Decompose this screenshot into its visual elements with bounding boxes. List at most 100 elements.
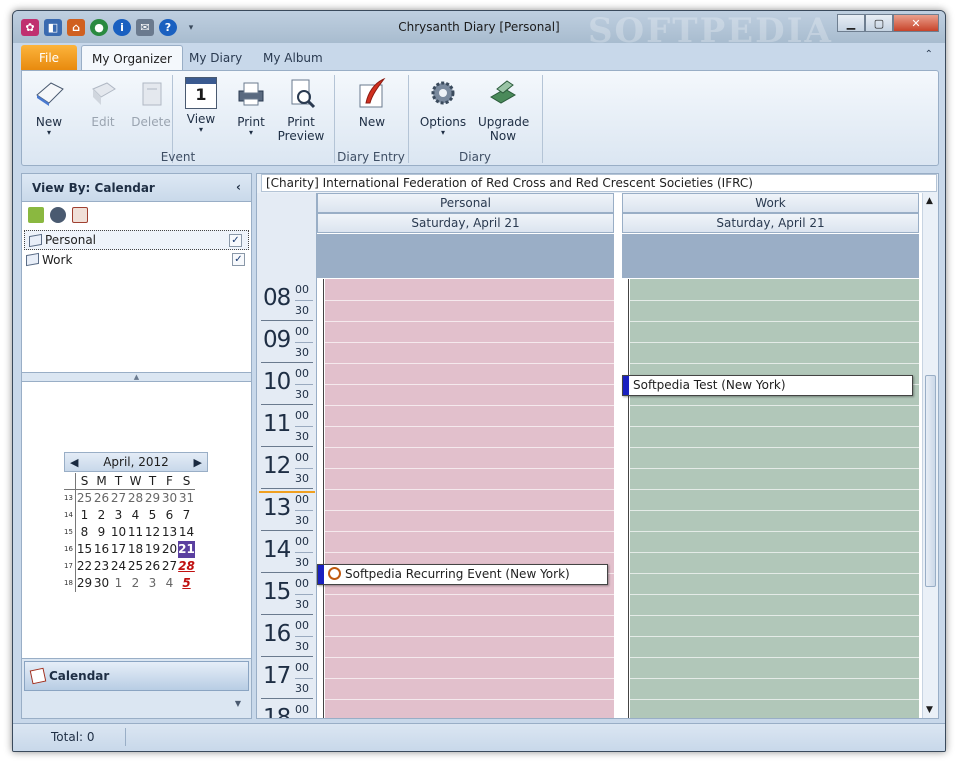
new-diary-entry-button[interactable]: New	[347, 77, 397, 129]
calendar-day[interactable]: 29	[76, 575, 93, 592]
calendar-day[interactable]: 3	[110, 507, 127, 524]
calendar-day[interactable]: 23	[93, 558, 110, 575]
minute-label: 00	[295, 661, 309, 674]
next-month-icon[interactable]: ▶	[194, 456, 202, 469]
half-hour-line	[295, 342, 313, 343]
print-button[interactable]: Print ▾	[226, 77, 276, 137]
calendar-day[interactable]: 18	[127, 541, 144, 558]
calendar-day[interactable]: 5	[178, 575, 195, 592]
vertical-scrollbar[interactable]: ▲ ▼	[922, 193, 938, 718]
calendar-nav-button[interactable]: Calendar	[24, 661, 249, 691]
calendar-day[interactable]: 13	[161, 524, 178, 541]
pane-splitter[interactable]: ▲	[22, 372, 251, 382]
add-calendar-icon[interactable]	[28, 207, 44, 223]
calendar-day[interactable]: 21	[178, 541, 195, 558]
tab-file[interactable]: File	[21, 45, 77, 70]
maximize-button[interactable]: ▢	[865, 14, 893, 32]
event-recurring[interactable]: Softpedia Recurring Event (New York)	[317, 564, 608, 585]
event-work-test[interactable]: Softpedia Test (New York)	[622, 375, 913, 396]
calendar-day[interactable]: 17	[110, 541, 127, 558]
calendar-day[interactable]: 16	[93, 541, 110, 558]
edit-event-button[interactable]: Edit	[78, 77, 128, 129]
calendar-item-work[interactable]: Work ✓	[22, 250, 251, 270]
calendar-day[interactable]: 28	[127, 490, 144, 507]
close-button[interactable]: ✕	[893, 14, 939, 32]
tab-my-organizer[interactable]: My Organizer	[81, 45, 183, 70]
calendar-settings-icon[interactable]	[50, 207, 66, 223]
calendar-day[interactable]: 9	[93, 524, 110, 541]
calendar-day[interactable]: 27	[110, 490, 127, 507]
calendar-day[interactable]: 20	[161, 541, 178, 558]
view-label: View	[186, 112, 216, 126]
calendar-day[interactable]: 1	[76, 507, 93, 524]
view-button[interactable]: 1 View ▾	[176, 77, 226, 134]
all-day-area-personal[interactable]	[317, 234, 614, 278]
calendar-day[interactable]: 26	[144, 558, 161, 575]
calendar-day[interactable]: 2	[127, 575, 144, 592]
calendar-day[interactable]: 2	[93, 507, 110, 524]
configure-buttons-icon[interactable]: ▼	[235, 699, 241, 708]
time-slot-line	[630, 510, 919, 511]
hour-label: 12 00 30	[257, 447, 317, 489]
calendar-item-personal[interactable]: Personal ✓	[24, 230, 249, 250]
collapse-ribbon-icon[interactable]: ⌃	[925, 49, 933, 60]
title-bar: ✿ ◧ ⌂ ● i ✉ ? ▾ SOFTPEDIA Chrysanth Diar…	[13, 11, 945, 51]
delete-event-icon	[142, 82, 162, 106]
calendar-day[interactable]: 27	[161, 558, 178, 575]
calendar-day[interactable]: 29	[144, 490, 161, 507]
mini-calendar-header: ◀ April, 2012 ▶	[64, 452, 208, 472]
calendar-day[interactable]: 7	[178, 507, 195, 524]
hour-number: 18	[263, 705, 291, 718]
calendar-day[interactable]: 24	[110, 558, 127, 575]
calendar-properties-icon[interactable]	[72, 207, 88, 223]
calendar-day[interactable]: 5	[144, 507, 161, 524]
calendar-day[interactable]: 1	[110, 575, 127, 592]
time-slot-line	[630, 552, 919, 553]
calendar-day[interactable]: 22	[76, 558, 93, 575]
minimize-button[interactable]: ▁	[837, 14, 865, 32]
tab-my-diary[interactable]: My Diary	[179, 45, 252, 70]
calendar-day[interactable]: 6	[161, 507, 178, 524]
half-hour-line	[295, 300, 313, 301]
new-event-button[interactable]: New ▾	[24, 77, 74, 137]
calendar-checkbox-work[interactable]: ✓	[232, 253, 245, 266]
calendar-day[interactable]: 25	[76, 490, 93, 507]
scroll-thumb[interactable]	[925, 375, 936, 587]
scroll-down-icon[interactable]: ▼	[926, 705, 933, 715]
nav-pane-title: View By: Calendar	[32, 181, 155, 195]
options-button[interactable]: Options ▾	[418, 77, 468, 137]
calendar-day[interactable]: 28	[178, 558, 195, 575]
calendar-day[interactable]: 11	[127, 524, 144, 541]
day-column-work[interactable]	[630, 279, 919, 718]
calendar-day[interactable]: 14	[178, 524, 195, 541]
calendar-book-icon	[26, 252, 39, 267]
delete-event-button[interactable]: Delete	[126, 77, 176, 129]
calendar-day[interactable]: 25	[127, 558, 144, 575]
calendar-day[interactable]: 8	[76, 524, 93, 541]
calendar-checkbox-personal[interactable]: ✓	[229, 234, 242, 247]
calendar-day[interactable]: 30	[161, 490, 178, 507]
calendar-day[interactable]: 15	[76, 541, 93, 558]
minute-label: 00	[295, 619, 309, 632]
previous-month-icon[interactable]: ◀	[70, 456, 78, 469]
calendar-day[interactable]: 19	[144, 541, 161, 558]
all-day-area-work[interactable]	[622, 234, 919, 278]
day-column-personal[interactable]	[325, 279, 614, 718]
tab-my-album[interactable]: My Album	[253, 45, 333, 70]
recurrence-icon	[328, 567, 341, 580]
calendar-day[interactable]: 31	[178, 490, 195, 507]
calendar-day[interactable]: 4	[161, 575, 178, 592]
scroll-up-icon[interactable]: ▲	[926, 196, 933, 206]
print-preview-button[interactable]: Print Preview	[276, 77, 326, 143]
calendar-day[interactable]: 10	[110, 524, 127, 541]
week-number: 17	[64, 558, 76, 575]
upgrade-now-button[interactable]: Upgrade Now	[478, 77, 529, 143]
calendar-day[interactable]: 3	[144, 575, 161, 592]
minute-label: 00	[295, 703, 309, 716]
calendar-day[interactable]: 4	[127, 507, 144, 524]
calendar-day[interactable]: 12	[144, 524, 161, 541]
weekday-header: T	[110, 473, 127, 490]
calendar-day[interactable]: 26	[93, 490, 110, 507]
calendar-day[interactable]: 30	[93, 575, 110, 592]
collapse-pane-icon[interactable]: ‹	[236, 180, 241, 194]
